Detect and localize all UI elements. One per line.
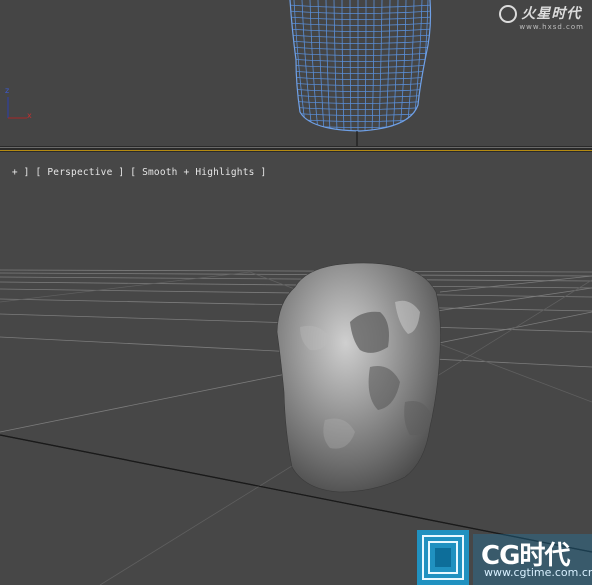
axis-label-z: z bbox=[5, 86, 10, 95]
viewport-label: + ] [ Perspective ] [ Smooth + Highlight… bbox=[0, 155, 266, 178]
viewport-menu-shading[interactable]: [ Smooth + Highlights ] bbox=[130, 167, 266, 178]
axis-label-x: x bbox=[27, 111, 32, 120]
top-watermark-brand: 火星时代 bbox=[521, 6, 582, 22]
top-watermark: 火星时代 www.hxsd.com bbox=[499, 3, 584, 31]
head-mesh bbox=[276, 262, 441, 493]
top-watermark-site: www.hxsd.com bbox=[519, 23, 584, 31]
top-viewport[interactable]: z x 火星时代 www.hxsd.com bbox=[0, 0, 592, 146]
viewport-menu-perspective[interactable]: [ Perspective ] bbox=[36, 167, 125, 178]
viewport-menu-plus[interactable]: + ] bbox=[12, 167, 30, 178]
perspective-viewport[interactable] bbox=[0, 152, 592, 585]
watermark-logo-icon bbox=[499, 5, 518, 23]
axis-gizmo-icon bbox=[7, 97, 27, 119]
cg-watermark-site: www.cgtime.com.cn bbox=[484, 566, 592, 579]
perspective-scene bbox=[0, 262, 592, 585]
